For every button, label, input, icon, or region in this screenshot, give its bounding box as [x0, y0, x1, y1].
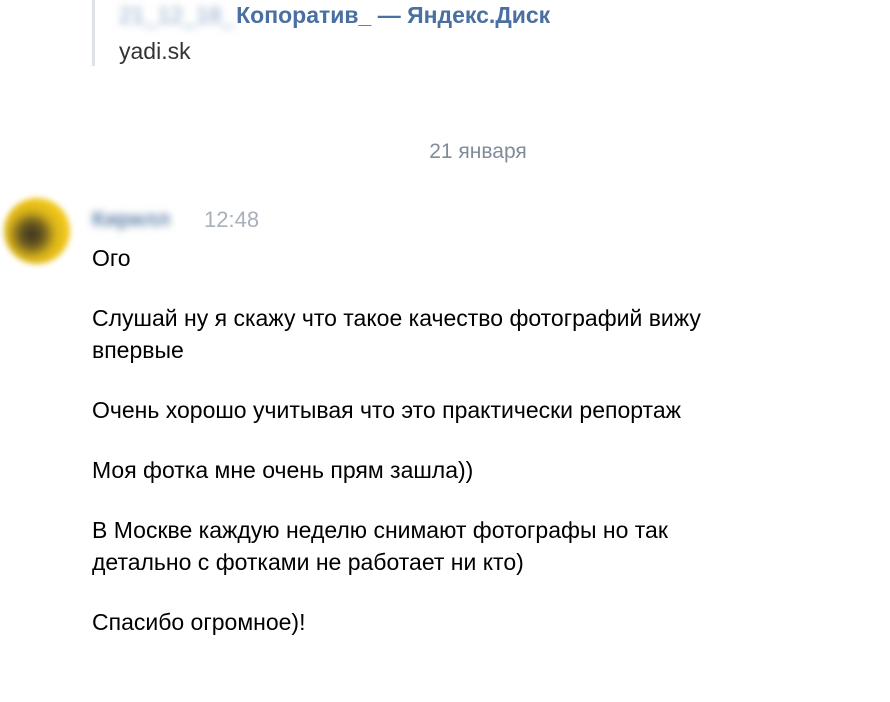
message-line: Моя фотка мне очень прям зашла)): [92, 457, 474, 483]
link-domain: yadi.sk: [119, 38, 191, 64]
message-line: Слушай ну я скажу что такое качество фот…: [92, 305, 701, 331]
link-title-prefix: 21_12_18_: [119, 2, 235, 28]
link-preview[interactable]: 21_12_18_Копоратив_ — Яндекс.Диск yadi.s…: [92, 0, 550, 66]
message-paragraph: Слушай ну я скажу что такое качество фот…: [92, 302, 852, 366]
message-line: Очень хорошо учитывая что это практическ…: [92, 397, 681, 423]
message-line: Ого: [92, 245, 131, 271]
message-line: В Москве каждую неделю снимают фотографы…: [92, 517, 668, 543]
message-paragraph: Моя фотка мне очень прям зашла)): [92, 454, 852, 486]
date-divider: 21 января: [429, 140, 527, 163]
chat-view: 21_12_18_Копоратив_ — Яндекс.Диск yadi.s…: [0, 0, 890, 702]
message-time: 12:48: [204, 207, 260, 232]
link-title-text: Копоратив_ — Яндекс.Диск: [236, 2, 551, 28]
message-paragraph: Ого: [92, 242, 852, 274]
message-paragraph: Очень хорошо учитывая что это практическ…: [92, 394, 852, 426]
message-paragraph: В Москве каждую неделю снимают фотографы…: [92, 514, 852, 578]
message-line: детально с фотками не работает ни кто): [92, 549, 524, 575]
link-title[interactable]: 21_12_18_Копоратив_ — Яндекс.Диск: [119, 2, 550, 29]
avatar[interactable]: [4, 198, 70, 264]
message-line: Спасибо огромное)!: [92, 609, 306, 635]
message-paragraph: Спасибо огромное)!: [92, 606, 852, 638]
message-body: Ого Слушай ну я скажу что такое качество…: [92, 242, 852, 666]
message-line: впервые: [92, 337, 184, 363]
sender-name[interactable]: Кирилл: [92, 208, 170, 232]
